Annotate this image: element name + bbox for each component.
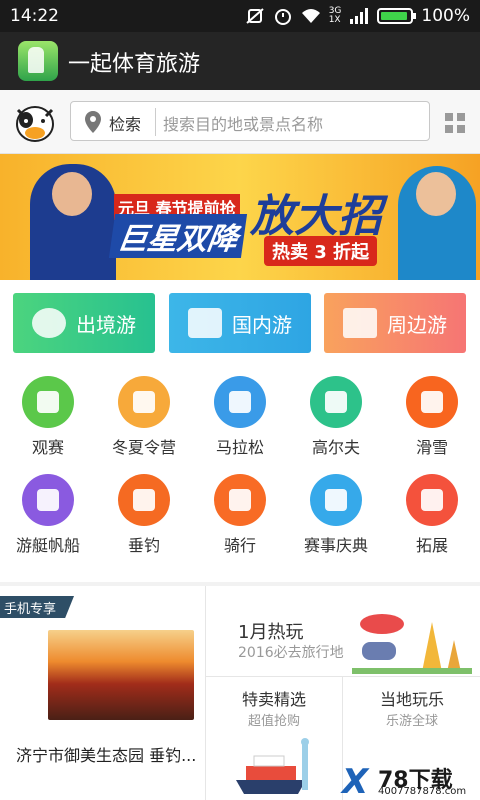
compass-icon <box>22 474 74 526</box>
banner-line2: 巨星双降 <box>108 214 248 258</box>
battery-icon <box>377 8 417 24</box>
pagoda-icon <box>188 308 222 338</box>
activity-label: 滑雪 <box>415 438 448 457</box>
wifi-icon <box>310 474 362 526</box>
cruise-ship-illustration[interactable] <box>236 736 326 800</box>
activity-ski[interactable]: 滑雪 <box>384 370 480 470</box>
watermark-logo: X <box>342 762 369 800</box>
category-bar: 出境游 国内游 周边游 <box>0 280 480 370</box>
activity-label: 游艇帆船 <box>15 536 80 555</box>
deal-title[interactable]: 特卖精选 <box>242 686 306 710</box>
signal-icon <box>350 8 369 24</box>
landmarks-illustration[interactable] <box>352 602 472 674</box>
activity-label: 骑行 <box>223 536 256 555</box>
mobile-exclusive-badge: 手机专享 <box>0 596 75 618</box>
status-time: 14:22 <box>10 6 59 26</box>
wifi-icon <box>301 9 320 23</box>
activity-spectating[interactable]: 观赛 <box>0 370 96 470</box>
category-outbound-button[interactable]: 出境游 <box>13 293 155 353</box>
map-icon <box>343 308 377 338</box>
banner-line4: 热卖 3 折起 <box>264 236 378 266</box>
category-label: 周边游 <box>387 312 447 337</box>
mute-icon <box>246 8 264 24</box>
app-title: 一起体育旅游 <box>68 52 201 77</box>
activity-marathon[interactable]: 马拉松 <box>192 370 288 470</box>
site-watermark: X 78下载 4007787878.com <box>338 760 480 800</box>
local-title[interactable]: 当地玩乐 <box>380 686 444 710</box>
search-input[interactable]: 搜索目的地或景点名称 <box>163 111 323 135</box>
battery-percent: 100% <box>421 6 470 26</box>
spectators-icon <box>22 376 74 428</box>
activity-label: 马拉松 <box>215 438 264 457</box>
category-label: 国内游 <box>232 312 292 337</box>
activity-cycling[interactable]: 骑行 <box>192 468 288 568</box>
activity-label: 垂钓 <box>127 536 160 555</box>
location-pin-icon <box>85 111 101 133</box>
local-subtitle: 乐游全球 <box>386 714 439 729</box>
activity-yacht[interactable]: 游艇帆船 <box>0 468 96 568</box>
search-scope-select[interactable]: 检索 <box>109 111 141 135</box>
activity-label: 赛事庆典 <box>303 536 368 555</box>
search-row: 检索 搜索目的地或景点名称 <box>0 90 480 154</box>
activity-outward-bound[interactable]: 拓展 <box>384 468 480 568</box>
alarm-icon <box>274 9 291 25</box>
building-icon <box>214 474 266 526</box>
category-nearby-button[interactable]: 周边游 <box>324 293 466 353</box>
category-domestic-button[interactable]: 国内游 <box>169 293 311 353</box>
hot-title[interactable]: 1月热玩 <box>238 618 303 644</box>
activity-label: 高尔夫 <box>311 438 360 457</box>
activity-camp[interactable]: 冬夏令营 <box>96 370 192 470</box>
activity-label: 拓展 <box>415 536 448 555</box>
activity-golf[interactable]: 高尔夫 <box>288 370 384 470</box>
activity-grid: 观赛 冬夏令营 马拉松 高尔夫 滑雪 游艇帆船 垂钓 骑行 赛事庆典 拓展 <box>0 370 480 582</box>
app-title-bar: 一起体育旅游 <box>0 32 480 90</box>
app-logo <box>18 41 58 81</box>
activity-events[interactable]: 赛事庆典 <box>288 468 384 568</box>
category-label: 出境游 <box>76 312 136 337</box>
activity-fishing[interactable]: 垂钓 <box>96 468 192 568</box>
banner-person-left <box>30 164 116 280</box>
banner-person-right <box>398 166 476 280</box>
globe-icon <box>32 308 66 338</box>
ship-icon <box>214 376 266 428</box>
banner-line3: 放大招 <box>250 191 382 242</box>
network-indicator: 3G 1X <box>328 6 342 25</box>
deal-subtitle: 超值抢购 <box>248 714 301 729</box>
search-divider <box>155 108 156 136</box>
backpack-icon <box>118 376 170 428</box>
search-box[interactable]: 检索 搜索目的地或景点名称 <box>70 101 430 141</box>
card-icon <box>118 474 170 526</box>
activity-label: 冬夏令营 <box>111 438 176 457</box>
dollar-icon <box>406 474 458 526</box>
hot-subtitle: 2016必去旅行地 <box>238 645 344 661</box>
ticket-icon <box>406 376 458 428</box>
promo-banner[interactable]: 元旦 春节提前抢 巨星双降 放大招 热卖 3 折起 <box>0 154 480 280</box>
spot-image[interactable] <box>48 630 194 720</box>
golf-cart-icon <box>310 376 362 428</box>
cow-mascot-icon[interactable] <box>12 100 58 144</box>
activity-label: 观赛 <box>31 438 64 457</box>
status-bar: 14:22 3G 1X 100% <box>0 0 480 32</box>
grid-menu-icon[interactable] <box>445 113 465 133</box>
divider <box>205 586 206 800</box>
watermark-site: 4007787878.com <box>378 786 467 797</box>
spot-title[interactable]: 济宁市御美生态园 垂钓... <box>16 742 196 766</box>
